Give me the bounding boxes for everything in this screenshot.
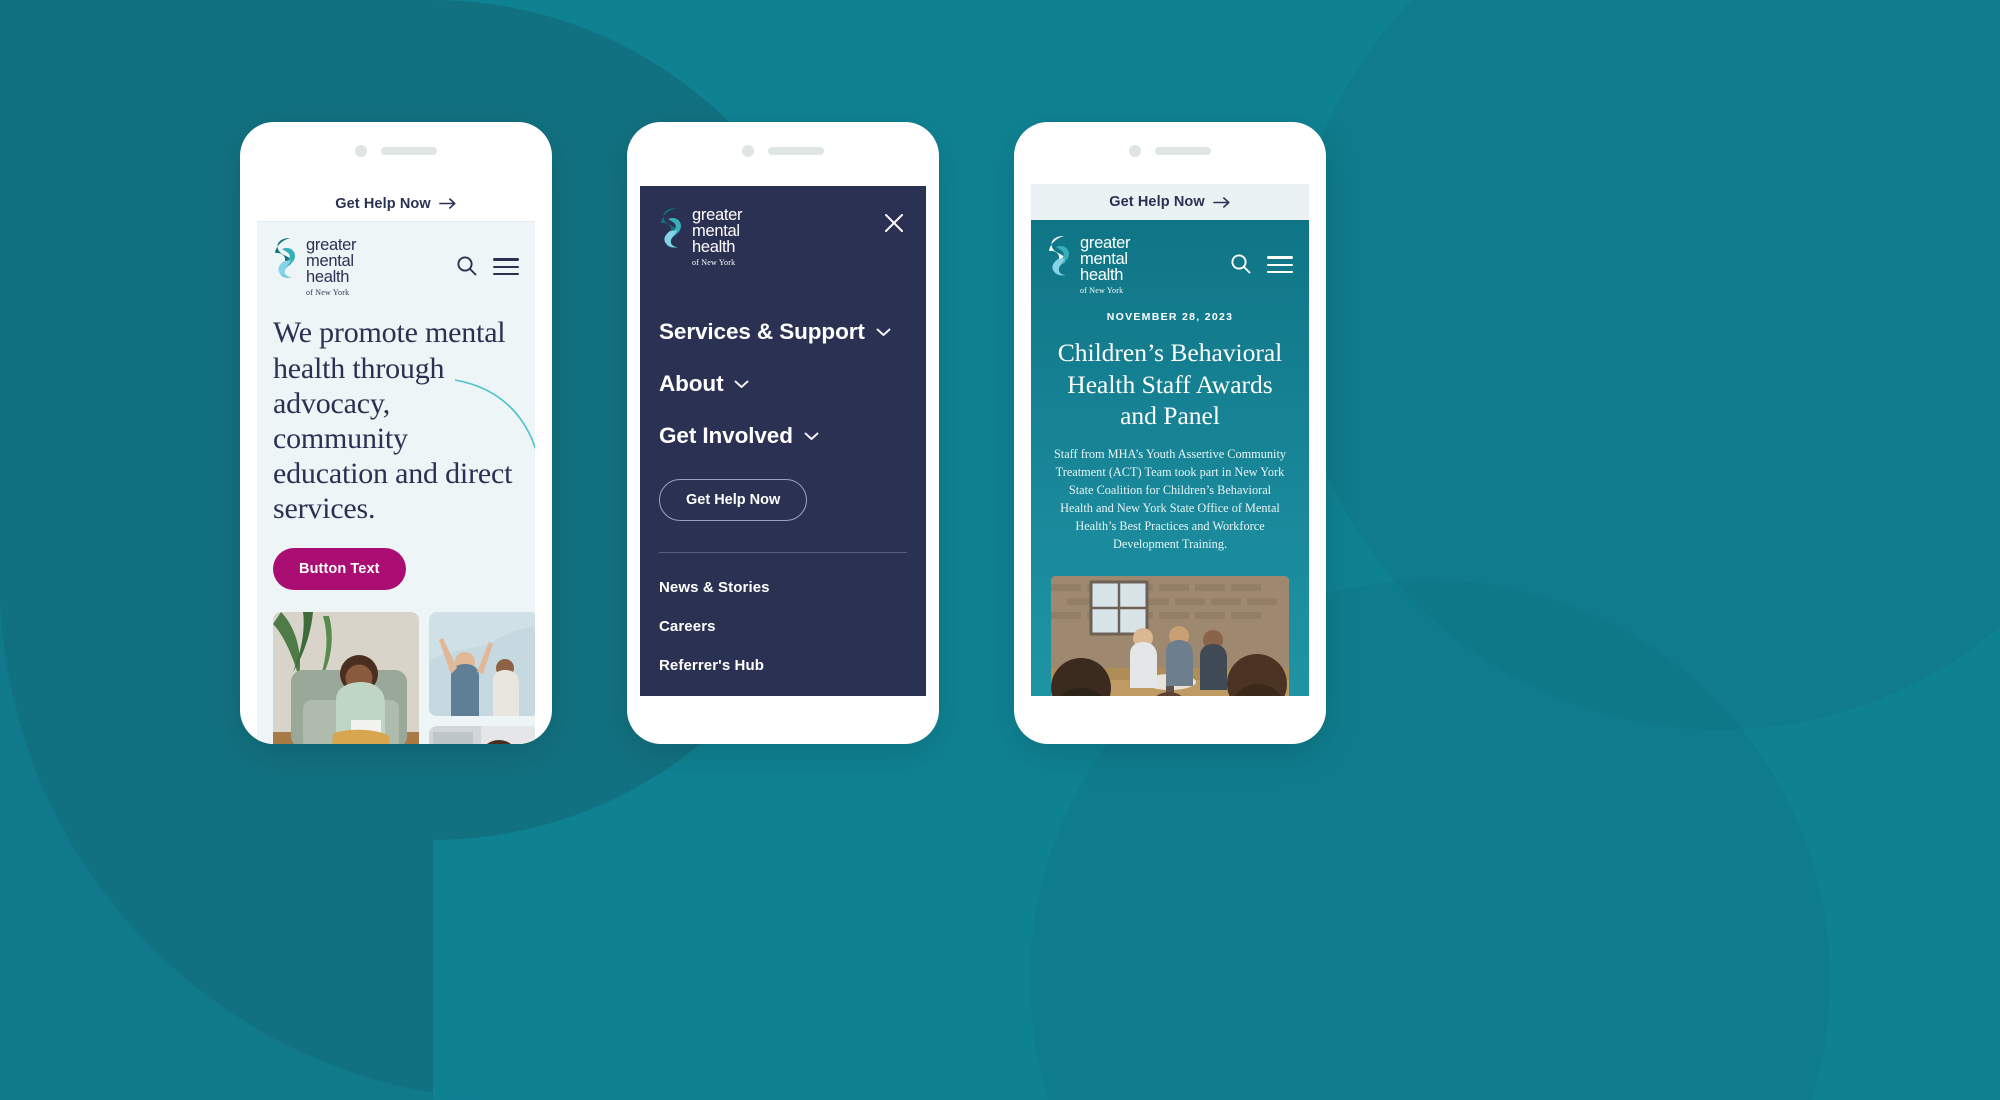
header-tools xyxy=(1230,251,1293,278)
phone-notch xyxy=(627,122,939,180)
arrow-right-icon xyxy=(438,198,456,209)
ribbon-s-logo-icon xyxy=(1049,236,1069,276)
menu-item-services-support[interactable]: Services & Support xyxy=(659,319,907,345)
brand-line-2: mental xyxy=(1080,250,1128,269)
brand-line-3: health xyxy=(306,268,350,287)
brand-line-3: health xyxy=(1080,266,1124,285)
chevron-down-icon xyxy=(735,380,749,388)
brand-line-1: greater xyxy=(692,206,743,224)
chevron-down-icon xyxy=(804,432,819,440)
get-help-now-utility-bar[interactable]: Get Help Now xyxy=(257,186,535,222)
hamburger-menu-icon[interactable] xyxy=(1267,251,1293,278)
hero-section: greater mental health of New York We pro… xyxy=(257,222,535,744)
speaker-bar-icon xyxy=(381,147,437,155)
hamburger-menu-icon[interactable] xyxy=(493,253,519,280)
menu-link-referrers-hub[interactable]: Referrer's Hub xyxy=(659,657,907,674)
close-x-icon[interactable] xyxy=(881,210,907,236)
menu-item-label: Get Involved xyxy=(659,423,793,449)
search-icon[interactable] xyxy=(1230,253,1251,277)
menu-item-get-involved[interactable]: Get Involved xyxy=(659,423,907,449)
ribbon-s-logo-icon xyxy=(661,208,681,248)
menu-item-label: Services & Support xyxy=(659,319,865,345)
article-date: NOVEMBER 28, 2023 xyxy=(1106,311,1234,324)
speaker-bar-icon xyxy=(1155,147,1211,155)
article-body: NOVEMBER 28, 2023 Children’s Behavioral … xyxy=(1031,307,1309,696)
article-page: greater mental health of New York NOVEMB… xyxy=(1031,220,1309,696)
site-header: greater mental health of New York xyxy=(1031,220,1309,307)
brand-wordmark: greater mental health of New York xyxy=(306,236,357,298)
menu-primary-nav: Services & Support About Get Involved xyxy=(659,319,907,449)
brand-tagline: of New York xyxy=(1080,286,1124,296)
brand-line-1: greater xyxy=(306,236,357,254)
image-collage xyxy=(257,612,535,744)
phone-notch xyxy=(240,122,552,180)
brand-wordmark: greater mental health of New York xyxy=(692,206,743,268)
article-description: Staff from MHA’s Youth Assertive Communi… xyxy=(1053,446,1287,551)
brand-wordmark: greater mental health of New York xyxy=(1080,234,1131,296)
camera-dot-icon xyxy=(355,145,367,157)
brand-tagline: of New York xyxy=(692,258,736,268)
phone-article: Get Help Now greater mental health of Ne… xyxy=(1014,122,1326,744)
menu-item-label: About xyxy=(659,371,724,397)
chevron-down-icon xyxy=(876,328,891,336)
hero-copy: We promote mental health through advocac… xyxy=(257,309,535,591)
mobile-menu-overlay: greater mental health of New York Servic… xyxy=(640,186,926,696)
phone-menu-screen: greater mental health of New York Servic… xyxy=(640,186,926,696)
woman-sitting-in-chair-photo xyxy=(273,612,419,744)
article-title: Children’s Behavioral Health Staff Award… xyxy=(1057,338,1283,430)
brand-logo[interactable]: greater mental health of New York xyxy=(273,236,356,297)
brand-tagline: of New York xyxy=(306,288,350,298)
collage-right-column xyxy=(429,612,535,744)
search-icon[interactable] xyxy=(456,255,477,279)
phone-home: Get Help Now greater mental health of Ne… xyxy=(240,122,552,744)
camera-dot-icon xyxy=(1129,145,1141,157)
camera-dot-icon xyxy=(742,145,754,157)
menu-item-about[interactable]: About xyxy=(659,371,907,397)
menu-link-news-stories[interactable]: News & Stories xyxy=(659,579,907,596)
menu-link-careers[interactable]: Careers xyxy=(659,618,907,635)
menu-get-help-now-button[interactable]: Get Help Now xyxy=(659,479,808,522)
brand-line-3: health xyxy=(692,238,736,257)
speaker-bar-icon xyxy=(768,147,824,155)
site-header: greater mental health of New York xyxy=(257,222,535,309)
get-help-now-label: Get Help Now xyxy=(1109,194,1205,210)
hero-cta-button[interactable]: Button Text xyxy=(273,548,406,591)
get-help-now-label: Get Help Now xyxy=(335,195,431,212)
get-help-now-utility-bar[interactable]: Get Help Now xyxy=(1031,184,1309,220)
brand-line-1: greater xyxy=(1080,234,1131,252)
arrow-right-icon xyxy=(1212,196,1230,208)
brand-line-2: mental xyxy=(692,222,740,241)
group-discussion-photo xyxy=(1051,575,1289,696)
menu-secondary-nav: News & Stories Careers Referrer's Hub Cl… xyxy=(659,579,907,696)
phone-home-screen: Get Help Now greater mental health of Ne… xyxy=(257,186,535,744)
header-tools xyxy=(456,253,519,280)
brand-logo[interactable]: greater mental health of New York xyxy=(1047,234,1130,295)
phone-mockup-stage: Get Help Now greater mental health of Ne… xyxy=(0,0,2000,1100)
man-portrait-photo xyxy=(429,726,535,744)
ribbon-s-logo-icon xyxy=(275,238,295,278)
brand-logo[interactable]: greater mental health of New York xyxy=(659,206,742,267)
people-celebrating-photo xyxy=(429,612,535,717)
menu-header: greater mental health of New York xyxy=(659,206,907,267)
hero-headline: We promote mental health through advocac… xyxy=(273,316,513,525)
brand-line-2: mental xyxy=(306,252,354,271)
menu-divider xyxy=(659,552,907,554)
phone-notch xyxy=(1014,122,1326,180)
phone-menu: greater mental health of New York Servic… xyxy=(627,122,939,744)
phone-article-screen: Get Help Now greater mental health of Ne… xyxy=(1031,184,1309,696)
